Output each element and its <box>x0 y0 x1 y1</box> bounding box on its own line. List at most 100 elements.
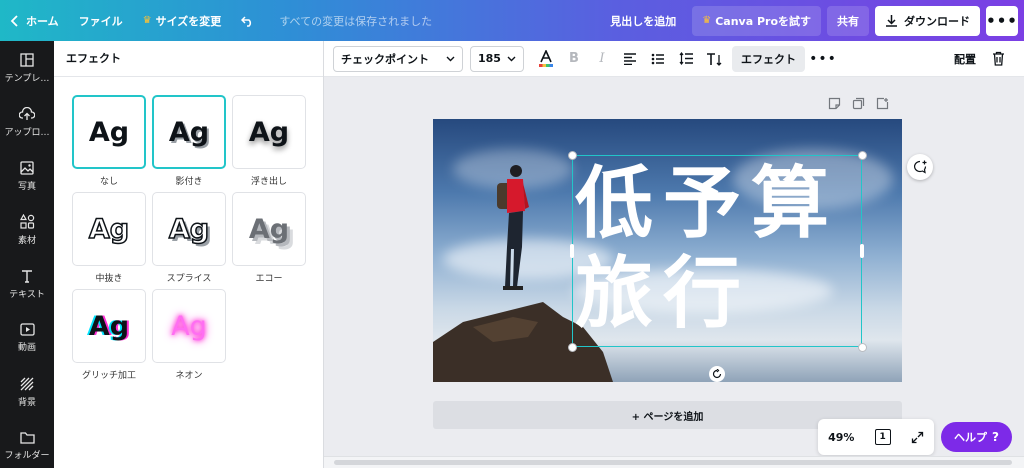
help-button[interactable]: ヘルプ ? <box>941 422 1012 452</box>
background-icon <box>20 377 34 390</box>
scrollbar-thumb[interactable] <box>334 460 1012 465</box>
effect-label: 影付き <box>175 177 203 187</box>
duplicate-icon[interactable] <box>852 97 865 110</box>
page-tools <box>828 97 889 110</box>
home-button[interactable]: ホーム <box>0 0 69 41</box>
canva-pro-label: Canva Proを試す <box>715 14 811 28</box>
spacing-button[interactable] <box>672 45 700 73</box>
effect-preview: Ag <box>72 192 146 266</box>
effect-lift[interactable]: Ag 浮き出し <box>232 95 306 187</box>
chevron-left-icon <box>10 14 18 27</box>
nav-text[interactable]: テキスト <box>0 257 54 311</box>
rotate-icon <box>712 369 722 379</box>
comment-plus-icon <box>913 160 926 174</box>
fullscreen-icon[interactable] <box>911 431 924 444</box>
effect-hollow[interactable]: Ag 中抜き <box>72 192 146 284</box>
page-count-button[interactable]: 1 <box>874 429 891 445</box>
home-label: ホーム <box>26 14 59 28</box>
nav-label: テンプレ… <box>4 73 50 84</box>
zoom-level[interactable]: 49% <box>828 431 854 444</box>
line-spacing-icon <box>679 52 693 65</box>
page-count: 1 <box>879 432 886 442</box>
note-icon[interactable] <box>828 97 841 110</box>
resize-handle-left[interactable] <box>570 244 574 258</box>
align-left-icon <box>624 52 636 65</box>
nav-videos[interactable]: 動画 <box>0 311 54 365</box>
save-status: すべての変更は保存されました <box>279 14 433 28</box>
effect-preview: Ag <box>232 95 306 169</box>
vertical-text-button[interactable] <box>700 45 728 73</box>
add-heading-button[interactable]: 見出しを追加 <box>600 6 686 36</box>
resize-button[interactable]: ♛ サイズを変更 <box>133 0 232 41</box>
folder-icon <box>19 432 35 444</box>
chevron-down-icon <box>446 56 455 61</box>
download-label: ダウンロード <box>904 14 970 28</box>
canvas-area: 低予算 旅行 + ページを追加 49% 1 ヘルプ ? <box>324 77 1024 468</box>
effect-none[interactable]: Ag なし <box>72 95 146 187</box>
nav-elements[interactable]: 素材 <box>0 203 54 257</box>
effect-glitch[interactable]: Ag グリッチ加工 <box>72 289 146 381</box>
text-toolbar: チェックポイント 185 B I エフェクト ••• 配置 <box>324 41 1024 77</box>
upload-icon <box>19 106 35 120</box>
photo-icon <box>20 160 34 175</box>
more-options-button[interactable]: ••• <box>986 5 1018 36</box>
horizontal-scrollbar[interactable] <box>324 456 1024 468</box>
resize-handle-tr[interactable] <box>858 151 867 160</box>
resize-handle-right[interactable] <box>860 244 864 258</box>
resize-handle-tl[interactable] <box>568 151 577 160</box>
hiker-figure <box>497 165 529 290</box>
text-color-icon <box>539 49 553 67</box>
add-comment-button[interactable] <box>907 154 933 180</box>
effect-preview: Ag <box>152 95 226 169</box>
text-icon <box>22 269 32 283</box>
panel-title: エフェクト <box>54 41 323 77</box>
effect-splice[interactable]: Ag スプライス <box>152 192 226 284</box>
nav-label: 素材 <box>17 236 36 246</box>
effect-neon[interactable]: Ag ネオン <box>152 289 226 381</box>
help-icon: ? <box>992 430 999 444</box>
nav-uploads[interactable]: アップロ… <box>0 95 54 149</box>
nav-templates[interactable]: テンプレ… <box>0 41 54 95</box>
list-button[interactable] <box>644 45 672 73</box>
file-menu[interactable]: ファイル <box>69 0 133 41</box>
effect-preview: Ag <box>152 289 226 363</box>
font-size-value: 185 <box>478 52 501 65</box>
nav-folders[interactable]: フォルダー <box>0 419 54 468</box>
text-color-button[interactable] <box>532 45 560 73</box>
download-button[interactable]: ダウンロード <box>875 5 980 36</box>
effects-button[interactable]: エフェクト <box>732 45 805 72</box>
nav-background[interactable]: 背景 <box>0 365 54 419</box>
effect-label: 浮き出し <box>250 177 287 187</box>
resize-handle-br[interactable] <box>858 343 867 352</box>
effect-preview: Ag <box>72 289 146 363</box>
effects-panel: エフェクト Ag なし Ag 影付き Ag 浮き出し Ag 中抜き Ag スプラ… <box>54 41 324 468</box>
resize-handle-bl[interactable] <box>568 343 577 352</box>
effect-echo[interactable]: Ag エコー <box>232 192 306 284</box>
effect-shadow[interactable]: Ag 影付き <box>152 95 226 187</box>
share-button[interactable]: 共有 <box>827 5 869 36</box>
bullet-list-icon <box>651 53 664 64</box>
effect-label: グリッチ加工 <box>81 371 136 381</box>
undo-button[interactable] <box>231 0 265 41</box>
help-label: ヘルプ <box>954 431 988 444</box>
rotate-handle[interactable] <box>709 366 725 382</box>
nav-label: フォルダー <box>4 451 50 461</box>
effect-label: なし <box>99 177 118 187</box>
add-page-icon[interactable] <box>876 97 889 110</box>
font-size-select[interactable]: 185 <box>470 45 524 72</box>
delete-button[interactable] <box>984 45 1012 73</box>
elements-icon <box>19 214 34 229</box>
nav-label: アップロ… <box>4 127 50 138</box>
canva-pro-button[interactable]: ♛ Canva Proを試す <box>692 5 821 36</box>
font-family-value: チェックポイント <box>341 52 429 66</box>
bold-button[interactable]: B <box>560 45 588 73</box>
nav-photos[interactable]: 写真 <box>0 149 54 203</box>
selection-box <box>572 155 862 347</box>
font-family-select[interactable]: チェックポイント <box>333 45 463 72</box>
italic-button[interactable]: I <box>588 45 616 73</box>
align-button[interactable] <box>616 45 644 73</box>
arrange-button[interactable]: 配置 <box>954 51 976 67</box>
more-toolbar-button[interactable]: ••• <box>809 45 837 73</box>
nav-label: 背景 <box>17 397 36 408</box>
design-page[interactable]: 低予算 旅行 <box>433 119 902 382</box>
